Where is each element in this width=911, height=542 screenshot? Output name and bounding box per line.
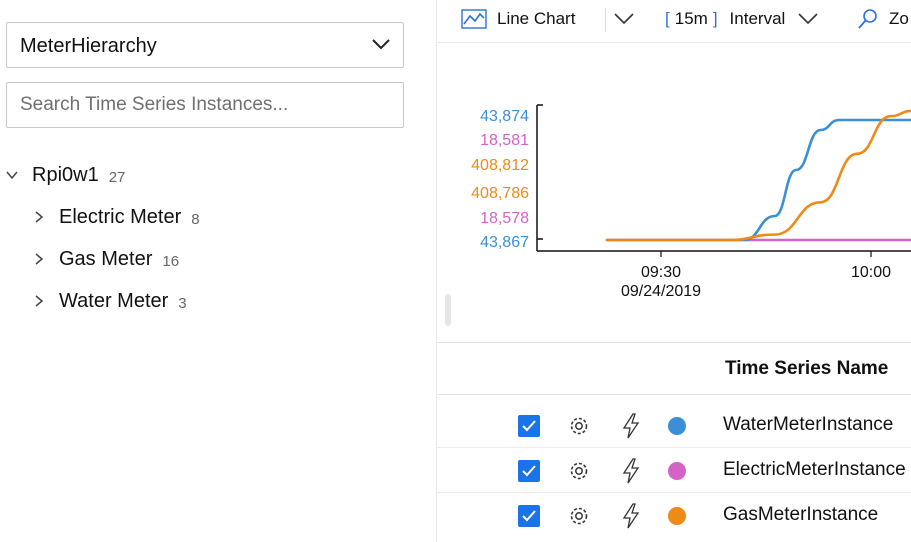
divider	[437, 342, 911, 343]
lightning-icon[interactable]	[619, 503, 643, 529]
chevron-down-icon	[614, 13, 634, 25]
interval-value: 15m	[674, 9, 708, 28]
series-line	[605, 118, 911, 242]
visibility-checkbox[interactable]	[518, 415, 540, 437]
gear-icon[interactable]	[567, 459, 591, 483]
lightning-icon[interactable]	[619, 458, 643, 484]
series-name: ElectricMeterInstance	[723, 459, 906, 480]
tree-item-count: 3	[178, 294, 187, 312]
lightning-icon[interactable]	[619, 413, 643, 439]
chart-toolbar: Line Chart [ 15m ] Interval Zo	[437, 0, 911, 43]
hierarchy-panel: MeterHierarchy Rpi0w1 27 Electric Meter …	[0, 0, 436, 542]
y-tick-label: 43,874	[480, 108, 529, 125]
series-color-dot	[668, 507, 686, 525]
chevron-down-icon[interactable]	[6, 169, 18, 181]
y-tick-label: 18,581	[480, 132, 529, 149]
zoom-label: Zo	[889, 9, 909, 28]
chevron-down-icon	[798, 13, 818, 25]
divider	[437, 394, 911, 395]
checkmark-icon	[522, 465, 536, 477]
tree-item-gas-meter[interactable]: Gas Meter 16	[33, 244, 179, 274]
table-row: WaterMeterInstance	[437, 403, 911, 448]
zoom-button[interactable]: Zo	[857, 8, 909, 30]
chart-panel: Line Chart [ 15m ] Interval Zo 43,874 18,…	[436, 0, 911, 542]
table-row: GasMeterInstance	[437, 493, 911, 538]
tree-item-label: Gas Meter	[59, 247, 153, 270]
y-tick-label: 43,867	[480, 234, 529, 251]
tree-item-root[interactable]: Rpi0w1 27	[6, 160, 125, 190]
line-chart: 43,874 18,581 408,812 408,786 18,578 43,867 09…	[471, 104, 911, 300]
hierarchy-select[interactable]: MeterHierarchy	[6, 22, 404, 68]
tree-item-count: 16	[162, 252, 180, 270]
chart-type-label: Line Chart	[497, 9, 576, 28]
tree-item-count: 27	[108, 168, 126, 186]
chevron-down-icon	[372, 39, 390, 50]
interval-close-bracket: ]	[712, 9, 718, 28]
table-row: ElectricMeterInstance	[437, 448, 911, 493]
chevron-right-icon[interactable]	[33, 211, 45, 223]
series-color-dot	[668, 417, 686, 435]
gear-icon[interactable]	[567, 504, 591, 528]
y-tick-label: 18,578	[480, 210, 529, 227]
series-name: GasMeterInstance	[723, 504, 879, 525]
series-line	[605, 109, 911, 242]
checkmark-icon	[522, 510, 536, 522]
interval-open-bracket: [	[665, 9, 670, 28]
visibility-checkbox[interactable]	[518, 505, 540, 527]
y-tick-label: 408,812	[471, 157, 529, 174]
search-input[interactable]	[6, 82, 404, 128]
tree-item-electric-meter[interactable]: Electric Meter 8	[33, 202, 200, 232]
x-tick-date: 09/24/2019	[621, 283, 701, 300]
tree-item-water-meter[interactable]: Water Meter 3	[33, 286, 187, 316]
line-chart-icon	[461, 9, 487, 29]
series-color-dot	[668, 462, 686, 480]
toolbar-divider	[605, 8, 606, 32]
interval-label: Interval	[729, 9, 786, 28]
hierarchy-select-value: MeterHierarchy	[20, 35, 157, 57]
tree-item-label: Electric Meter	[59, 205, 182, 228]
series-name: WaterMeterInstance	[723, 414, 894, 435]
zoom-icon	[858, 9, 877, 29]
column-header-time-series-name: Time Series Name	[725, 358, 889, 379]
x-tick-label: 09:30	[641, 264, 681, 281]
checkmark-icon	[522, 420, 536, 432]
x-tick-label: 10:00	[851, 264, 891, 281]
tree-item-count: 8	[191, 210, 200, 228]
chevron-right-icon[interactable]	[33, 253, 45, 265]
gear-icon[interactable]	[567, 414, 591, 438]
tree-item-label: Rpi0w1	[32, 163, 99, 186]
chart-type-dropdown[interactable]	[613, 8, 635, 30]
tree-item-label: Water Meter	[59, 289, 169, 312]
interval-picker[interactable]: [ 15m ] Interval	[665, 8, 819, 30]
chart-type-button[interactable]: Line Chart	[461, 8, 575, 30]
visibility-checkbox[interactable]	[518, 460, 540, 482]
chevron-right-icon[interactable]	[33, 295, 45, 307]
y-tick-label: 408,786	[471, 185, 529, 202]
